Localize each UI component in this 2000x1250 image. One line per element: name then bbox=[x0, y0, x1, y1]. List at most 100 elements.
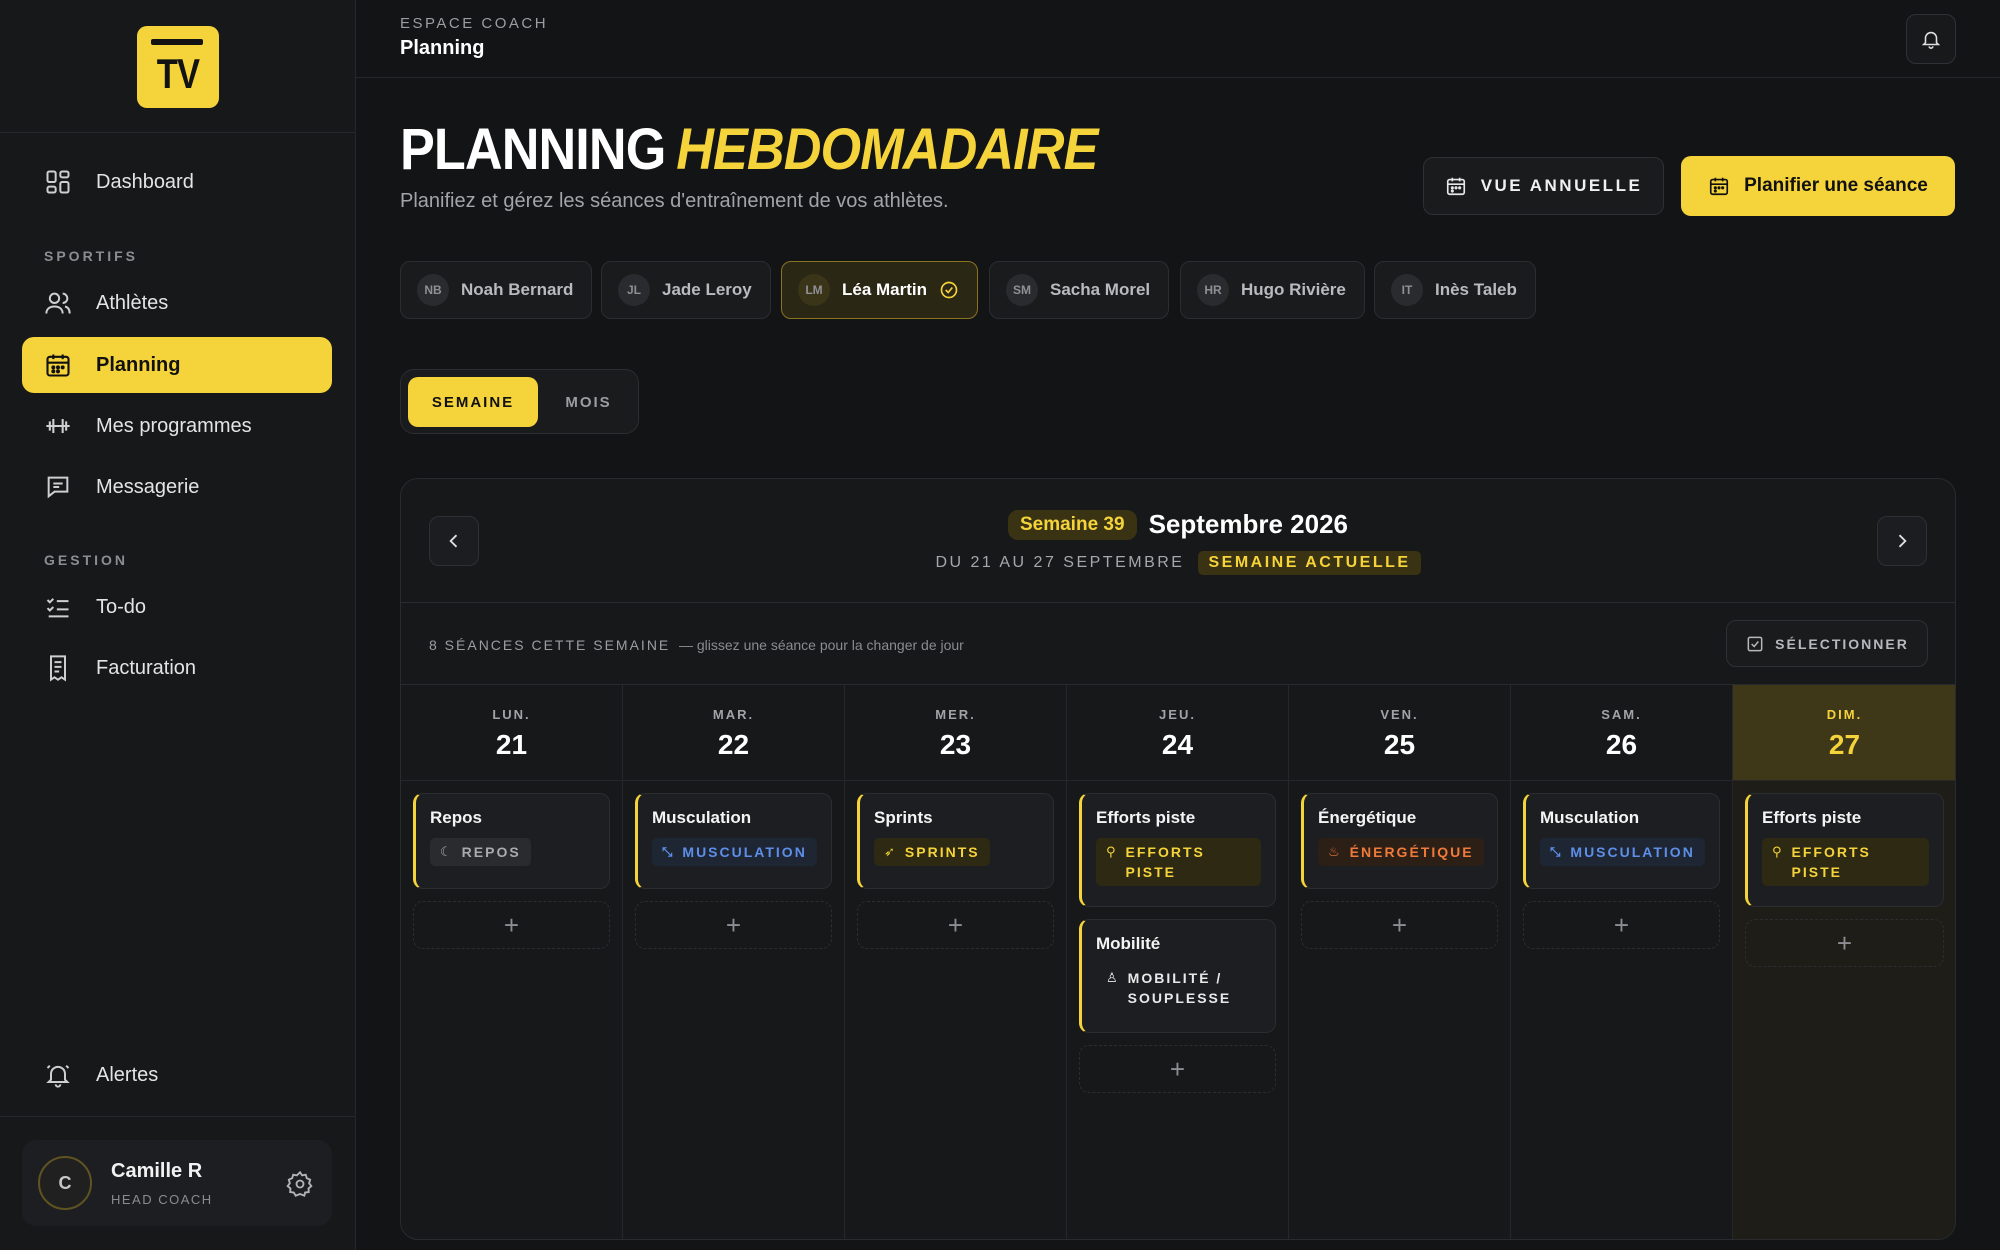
session-card[interactable]: Musculation ⤡ MUSCULATION bbox=[1523, 793, 1720, 889]
day-name: VEN. bbox=[1380, 707, 1419, 722]
section-title-gestion: GESTION bbox=[44, 552, 129, 568]
receipt-icon bbox=[50, 655, 66, 682]
athlete-name: Inès Taleb bbox=[1435, 280, 1517, 299]
sidebar-item-messagerie[interactable]: Messagerie bbox=[22, 459, 332, 515]
session-type-line: SOUPLESSE bbox=[1127, 990, 1232, 1006]
session-type-label: MUSCULATION bbox=[682, 842, 806, 862]
add-session-button[interactable]: + bbox=[857, 901, 1054, 949]
session-card[interactable]: Énergétique ♨ ÉNERGÉTIQUE bbox=[1301, 793, 1498, 889]
day-name: MAR. bbox=[712, 707, 755, 722]
gear-icon[interactable] bbox=[286, 1170, 314, 1198]
app-logo[interactable]: TV bbox=[137, 26, 219, 108]
sidebar-item-facturation[interactable]: Facturation bbox=[22, 640, 332, 696]
sidebar-item-programmes[interactable]: Mes programmes bbox=[22, 398, 332, 454]
add-session-button[interactable]: + bbox=[635, 901, 832, 949]
tab-week[interactable]: SEMAINE bbox=[408, 377, 538, 427]
week-range: DU 21 AU 27 SEPTEMBRE bbox=[935, 554, 1185, 571]
sidebar-item-todo[interactable]: To-do bbox=[22, 579, 332, 635]
checkbox-icon bbox=[1747, 636, 1763, 651]
sidebar-divider bbox=[0, 1116, 356, 1117]
athlete-chip[interactable]: SM Sacha Morel bbox=[989, 261, 1170, 319]
add-session-button[interactable]: + bbox=[413, 901, 610, 949]
day-name: MER. bbox=[935, 707, 976, 722]
check-circle-icon bbox=[940, 281, 958, 299]
sidebar-item-athletes[interactable]: Athlètes bbox=[22, 275, 332, 331]
session-type-line: MUSCULATION bbox=[682, 844, 807, 860]
users-icon bbox=[45, 292, 71, 314]
sidebar-item-label: Dashboard bbox=[96, 170, 194, 193]
session-type-label: EFFORTS PISTE bbox=[1126, 842, 1205, 882]
day-number: 26 bbox=[1605, 729, 1638, 760]
day-column: LUN. 21 Repos ☾ REPOS + bbox=[401, 685, 623, 1239]
user-card[interactable]: C Camille R HEAD COACH bbox=[22, 1140, 332, 1226]
month-label: Septembre 2026 bbox=[1148, 509, 1349, 539]
select-button[interactable]: SÉLECTIONNER bbox=[1726, 620, 1928, 667]
stretch-icon: ♙ bbox=[1106, 970, 1120, 985]
session-type-line: REPOS bbox=[461, 844, 521, 860]
day-number: 21 bbox=[495, 729, 528, 760]
notifications-button[interactable] bbox=[1906, 14, 1956, 64]
sidebar-item-planning[interactable]: Planning bbox=[22, 337, 332, 393]
add-session-button[interactable]: + bbox=[1523, 901, 1720, 949]
calendar-icon bbox=[1446, 177, 1465, 196]
session-type-label: REPOS bbox=[462, 842, 521, 862]
session-card[interactable]: Repos ☾ REPOS bbox=[413, 793, 610, 889]
breadcrumb-eyebrow: ESPACE COACH bbox=[400, 15, 549, 32]
session-type-tag: ⚲ EFFORTS PISTE bbox=[1096, 838, 1261, 886]
session-title: Mobilité bbox=[1096, 934, 1161, 953]
day-header: MER. 23 bbox=[845, 685, 1066, 781]
athlete-name: Sacha Morel bbox=[1050, 280, 1151, 299]
dumbbell-icon: ⤡ bbox=[662, 844, 675, 859]
session-card[interactable]: Sprints ➶ SPRINTS bbox=[857, 793, 1054, 889]
add-session-button[interactable]: + bbox=[1745, 919, 1944, 967]
dumbbell-icon: ⤡ bbox=[1550, 844, 1563, 859]
divider bbox=[401, 602, 1955, 603]
session-type-line: PISTE bbox=[1791, 864, 1842, 880]
athlete-chip[interactable]: NB Noah Bernard bbox=[400, 261, 593, 319]
flame-icon: ♨ bbox=[1328, 844, 1342, 859]
logo-bar bbox=[151, 39, 203, 45]
sidebar-item-dashboard[interactable]: Dashboard bbox=[22, 154, 332, 210]
athlete-chip[interactable]: JL Jade Leroy bbox=[601, 261, 771, 319]
add-session-button[interactable]: + bbox=[1079, 1045, 1276, 1093]
session-card[interactable]: Mobilité ♙ MOBILITÉ / SOUPLESSE bbox=[1079, 919, 1276, 1033]
session-card[interactable]: Efforts piste ⚲ EFFORTS PISTE bbox=[1079, 793, 1276, 907]
athlete-chip[interactable]: HR Hugo Rivière bbox=[1180, 261, 1365, 319]
day-name: JEU. bbox=[1159, 707, 1196, 722]
moon-icon: ☾ bbox=[440, 844, 454, 859]
dumbbell-icon bbox=[46, 419, 70, 433]
user-role: HEAD COACH bbox=[111, 1192, 213, 1207]
bike-icon: ⚲ bbox=[1106, 844, 1118, 859]
athlete-initials: SM bbox=[1006, 274, 1038, 306]
day-column: JEU. 24 Efforts piste ⚲ EFFORTS PISTE Mobilité… bbox=[1067, 685, 1289, 1239]
session-card[interactable]: Musculation ⤡ MUSCULATION bbox=[635, 793, 832, 889]
annual-view-button[interactable]: VUE ANNUELLE bbox=[1423, 157, 1664, 215]
calendar-icon bbox=[46, 354, 70, 377]
add-session-button[interactable]: + bbox=[1301, 901, 1498, 949]
sidebar-item-alertes[interactable]: Alertes bbox=[22, 1047, 332, 1103]
sidebar-item-label: To-do bbox=[96, 595, 147, 618]
week-calendar: Semaine 39 Septembre 2026 DU 21 AU 27 SE… bbox=[400, 478, 1956, 1240]
plan-session-label: Planifier une séance bbox=[1744, 175, 1928, 196]
session-title: Repos bbox=[430, 808, 482, 827]
session-type-tag: ⤡ MUSCULATION bbox=[1540, 838, 1705, 866]
session-type-label: MUSCULATION bbox=[1570, 842, 1694, 862]
athlete-chip-selected[interactable]: LM Léa Martin bbox=[781, 261, 979, 319]
day-column: DIM. 27 Efforts piste ⚲ EFFORTS PISTE + bbox=[1733, 685, 1955, 1239]
tab-month[interactable]: MOIS bbox=[541, 377, 636, 427]
session-type-tag: ⤡ MUSCULATION bbox=[652, 838, 817, 866]
session-type-line: MUSCULATION bbox=[1570, 844, 1695, 860]
plan-session-button[interactable]: Planifier une séance bbox=[1681, 156, 1955, 216]
session-type-tag: ⚲ EFFORTS PISTE bbox=[1762, 838, 1929, 886]
sidebar-item-label: Mes programmes bbox=[96, 414, 252, 437]
athlete-chip[interactable]: IT Inès Taleb bbox=[1374, 261, 1536, 319]
sidebar-item-label: Messagerie bbox=[96, 475, 200, 498]
sidebar-divider bbox=[0, 132, 356, 133]
session-card[interactable]: Efforts piste ⚲ EFFORTS PISTE bbox=[1745, 793, 1944, 907]
session-type-tag: ♨ ÉNERGÉTIQUE bbox=[1318, 838, 1484, 866]
user-name: Camille R bbox=[111, 1160, 203, 1182]
athlete-name: Léa Martin bbox=[842, 280, 928, 299]
athlete-initials: LM bbox=[798, 274, 830, 306]
page-title-accent: HEBDOMADAIRE bbox=[676, 117, 1098, 182]
session-type-tag: ♙ MOBILITÉ / SOUPLESSE bbox=[1096, 964, 1261, 1012]
